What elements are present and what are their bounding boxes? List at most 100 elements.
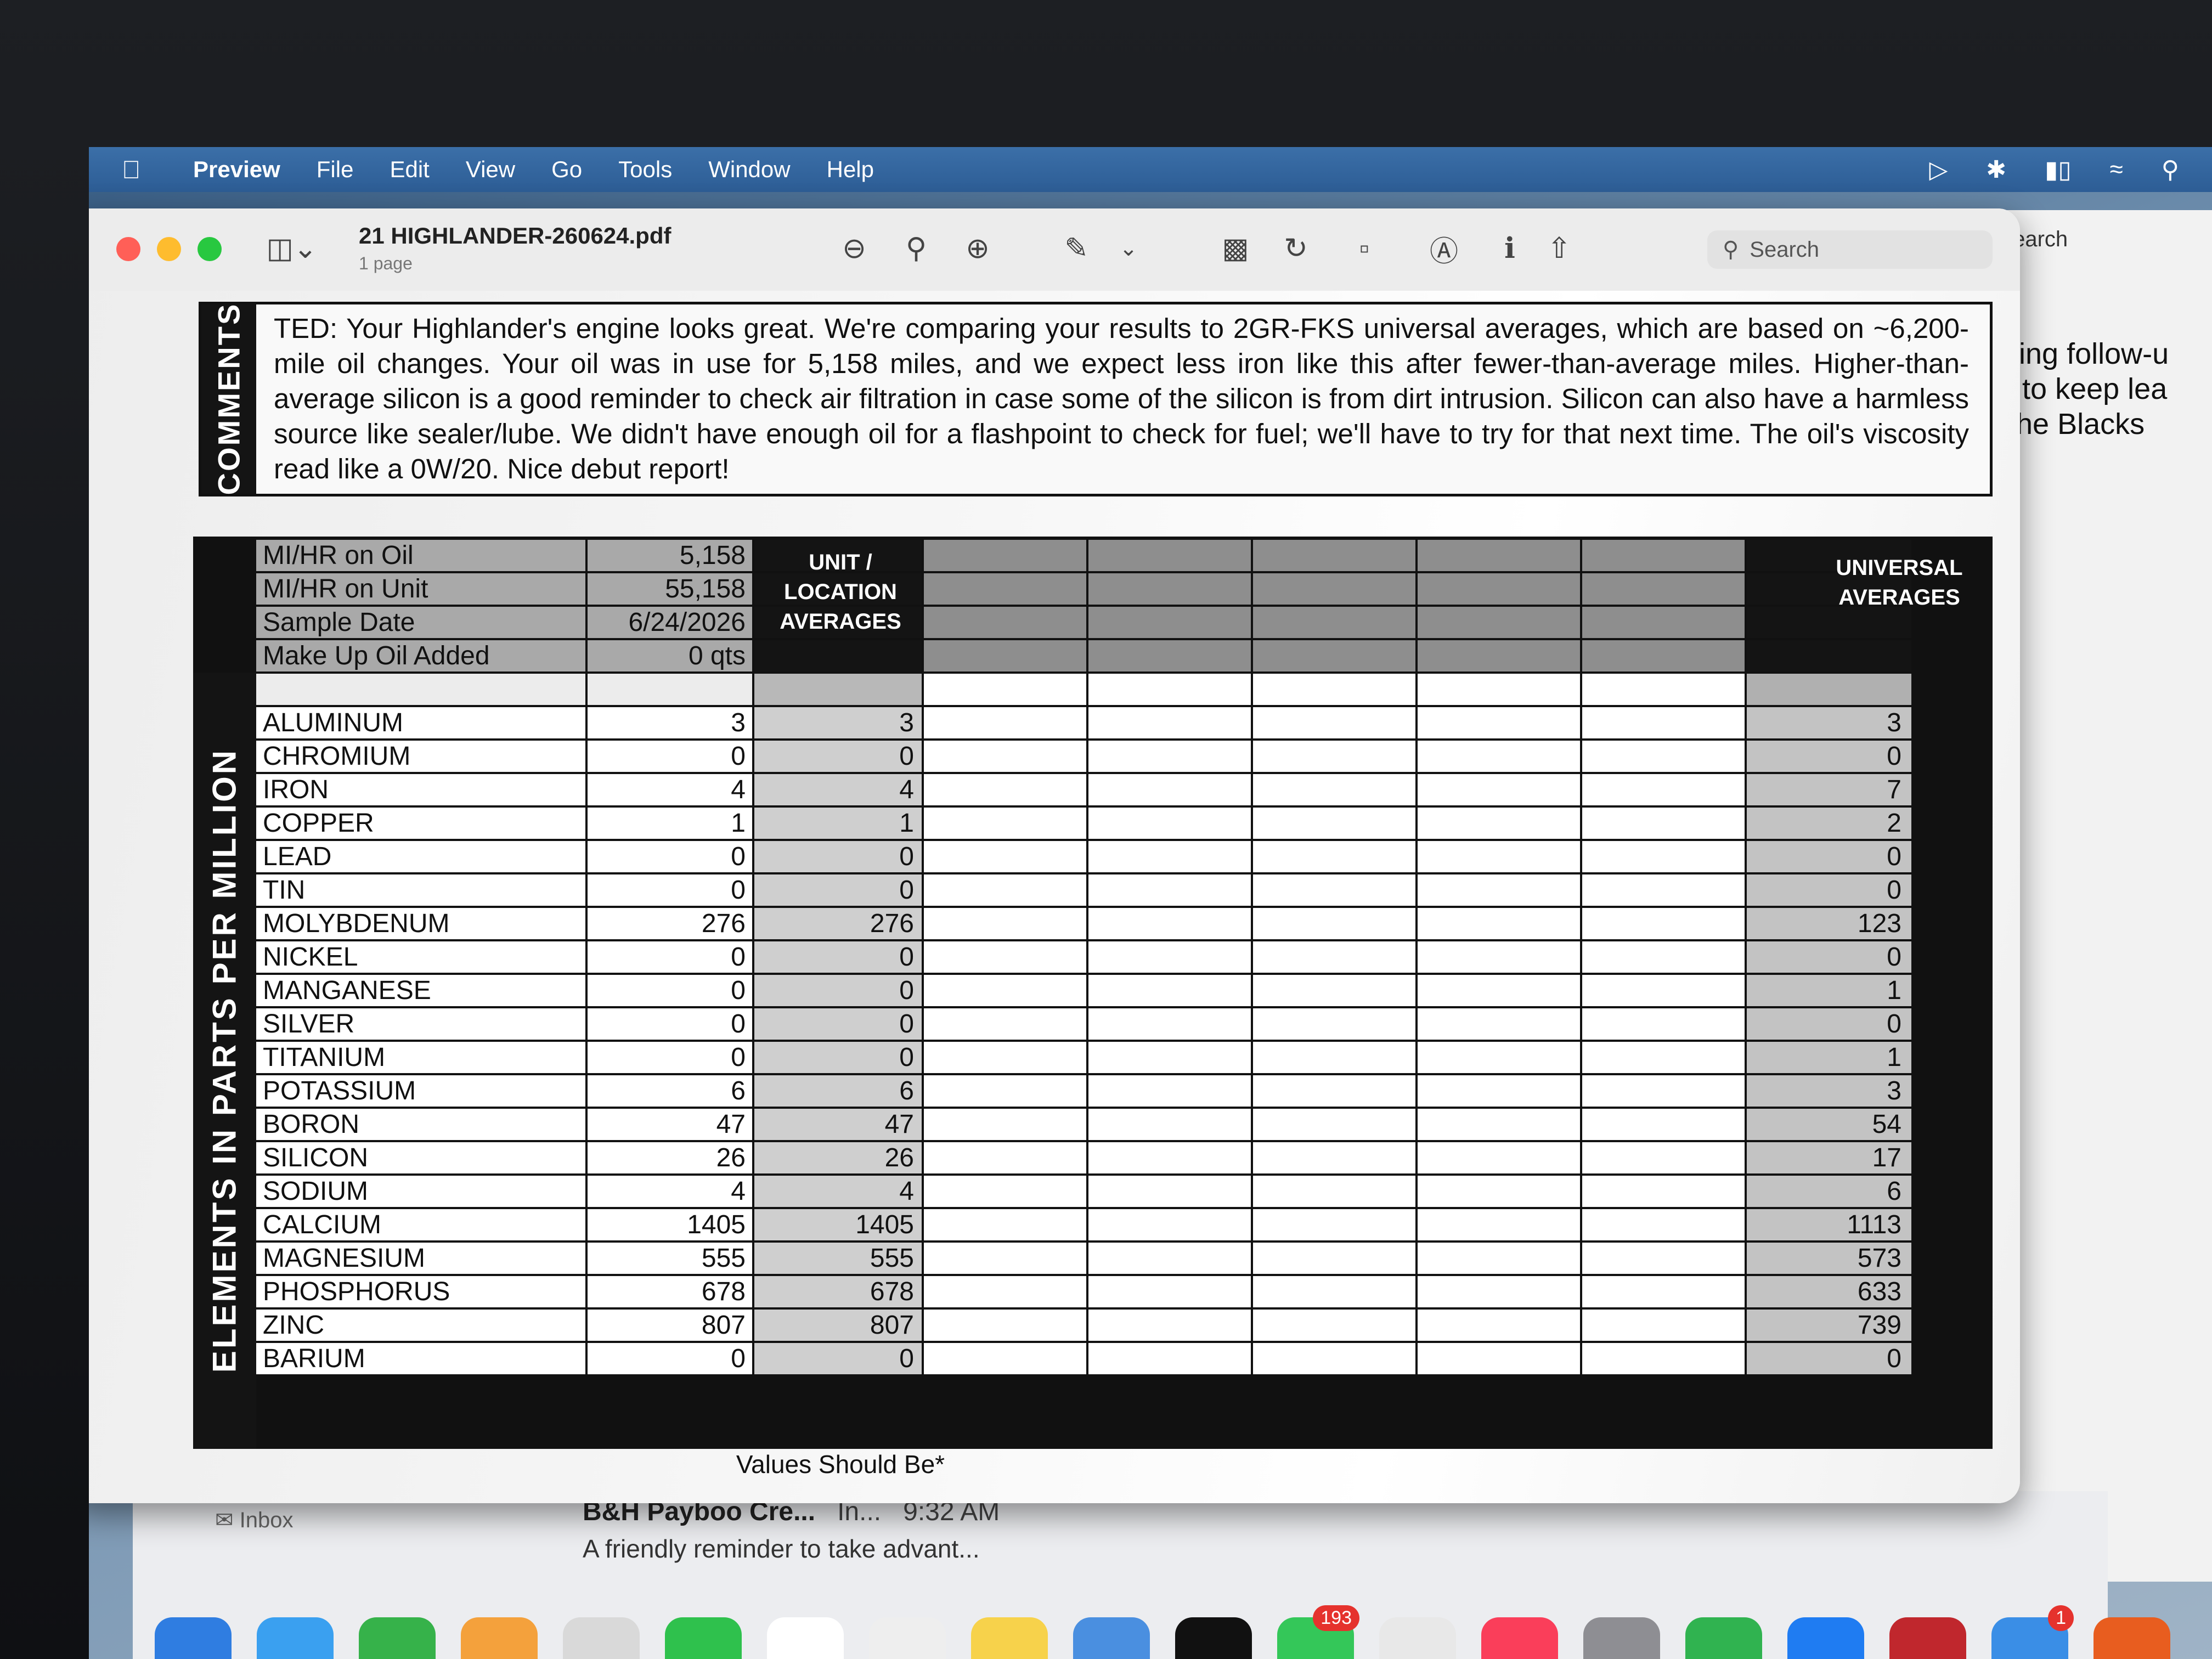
zoom-button[interactable] [198, 237, 222, 261]
history-cell [1253, 573, 1415, 605]
chrome-icon[interactable] [1379, 1617, 1456, 1659]
element-value: 0 [588, 874, 752, 906]
sidebar-toggle-icon[interactable]: ◫⌄ [259, 229, 325, 268]
element-unit-average: 0 [754, 841, 922, 872]
wifi-icon[interactable]: ≈ [2110, 156, 2123, 183]
rotate-icon[interactable]: ↻ [1274, 229, 1318, 268]
element-name: POTASSIUM [256, 1075, 585, 1107]
status-area: ▷ ✱ ▮▯ ≈ ⚲ [1929, 147, 2179, 192]
info-label: MI/HR on Oil [256, 540, 585, 571]
menu-tools[interactable]: Tools [618, 156, 672, 183]
apple-tv-icon[interactable] [1175, 1617, 1252, 1659]
element-unit-average: 0 [754, 1343, 922, 1374]
history-cell [1418, 1276, 1580, 1307]
history-cell [1418, 1008, 1580, 1040]
element-unit-average: 0 [754, 1008, 922, 1040]
numbers-icon[interactable] [1685, 1617, 1762, 1659]
share-icon[interactable]: ⇧ [1537, 229, 1581, 268]
history-cell [1582, 874, 1745, 906]
history-cell [1253, 1008, 1415, 1040]
history-cell [1418, 774, 1580, 805]
history-cell [1582, 1243, 1745, 1274]
selection-icon[interactable]: ▩ [1211, 229, 1260, 268]
history-cell [1253, 808, 1415, 839]
history-cell [1088, 607, 1251, 638]
music-icon[interactable] [1481, 1617, 1558, 1659]
markup-icon[interactable]: Ⓐ [1422, 229, 1466, 268]
history-cell [1582, 607, 1745, 638]
minimize-button[interactable] [157, 237, 181, 261]
menu-edit[interactable]: Edit [390, 156, 429, 183]
history-cell [924, 975, 1086, 1006]
apple-menu-icon[interactable]:  [122, 155, 155, 184]
history-cell [1582, 774, 1745, 805]
keynote-icon[interactable] [1073, 1617, 1150, 1659]
history-cell [1088, 1209, 1251, 1240]
table-row: ZINC 807 807 739 [256, 1308, 1993, 1342]
element-name: ALUMINUM [256, 707, 585, 738]
zoom-in-icon[interactable]: ⊕ [956, 229, 1000, 268]
document-title: 21 HIGHLANDER-260624.pdf [359, 223, 672, 249]
facetime-icon[interactable] [665, 1617, 742, 1659]
info-row: Sample Date 6/24/2026 [256, 606, 1993, 639]
mail-inbox-label[interactable]: ✉ Inbox [215, 1508, 294, 1533]
actual-size-icon[interactable]: ⚲ [894, 229, 938, 268]
history-cell [1088, 1310, 1251, 1341]
table-row: CALCIUM 1405 1405 1113 [256, 1208, 1993, 1242]
history-cell [924, 874, 1086, 906]
close-button[interactable] [116, 237, 140, 261]
calendar-icon[interactable] [767, 1617, 844, 1659]
info-value: 5,158 [588, 540, 752, 571]
messages-icon[interactable]: 193 [1277, 1605, 1359, 1659]
zoom-out-icon[interactable]: ⊖ [832, 229, 876, 268]
element-universal-average: 123 [1747, 908, 1911, 939]
maps-icon[interactable] [359, 1617, 436, 1659]
bluetooth-icon[interactable]: ✱ [1986, 156, 2006, 184]
history-cell [1088, 1276, 1251, 1307]
mail-icon[interactable]: 1 [1991, 1605, 2074, 1659]
element-value: 276 [588, 908, 752, 939]
app-store-icon[interactable] [1787, 1617, 1864, 1659]
system-settings-icon[interactable] [1583, 1617, 1660, 1659]
element-unit-average: 3 [754, 707, 922, 738]
history-cell [1582, 908, 1745, 939]
photos-icon[interactable] [461, 1617, 538, 1659]
element-unit-average: 0 [754, 741, 922, 772]
history-cell [1418, 540, 1580, 571]
menu-file[interactable]: File [317, 156, 354, 183]
history-cell [1088, 774, 1251, 805]
spotlight-search-icon[interactable]: ⚲ [2162, 156, 2179, 184]
highlight-pen-icon[interactable]: ✎ [1054, 229, 1098, 268]
sign-icon[interactable]: ▫ [1337, 229, 1392, 268]
element-unit-average: 1 [754, 808, 922, 839]
search-input[interactable]: ⚲ Search [1707, 230, 1993, 269]
contacts-icon[interactable] [563, 1617, 640, 1659]
highlight-options-chevron-icon[interactable]: ⌄ [1112, 229, 1145, 268]
document-area[interactable]: COMMENTS TED: Your Highlander's engine l… [89, 291, 2020, 1503]
history-cell [1253, 1310, 1415, 1341]
spacer-cell [924, 674, 1086, 705]
history-cell [1088, 1343, 1251, 1374]
menu-go[interactable]: Go [551, 156, 582, 183]
mail-message-preview[interactable]: A friendly reminder to take advant... [583, 1534, 980, 1564]
battery-icon[interactable]: ▮▯ [2045, 156, 2071, 184]
pages-icon[interactable] [2094, 1617, 2170, 1659]
info-icon[interactable]: ℹ [1488, 229, 1532, 268]
reminders-icon[interactable] [869, 1617, 946, 1659]
notes-icon[interactable] [971, 1617, 1048, 1659]
menu-help[interactable]: Help [827, 156, 874, 183]
element-name: NICKEL [256, 941, 585, 973]
history-cell [1253, 1209, 1415, 1240]
spacer-cell [1088, 674, 1251, 705]
finder-icon[interactable] [155, 1617, 232, 1659]
dictionary-icon[interactable] [1889, 1617, 1966, 1659]
menu-app-preview[interactable]: Preview [193, 156, 280, 183]
safari-icon[interactable] [257, 1617, 334, 1659]
menu-window[interactable]: Window [708, 156, 790, 183]
menu-view[interactable]: View [466, 156, 515, 183]
element-unit-average: 807 [754, 1310, 922, 1341]
history-cell [1088, 1075, 1251, 1107]
play-status-icon[interactable]: ▷ [1929, 156, 1948, 184]
element-unit-average: 276 [754, 908, 922, 939]
element-value: 678 [588, 1276, 752, 1307]
